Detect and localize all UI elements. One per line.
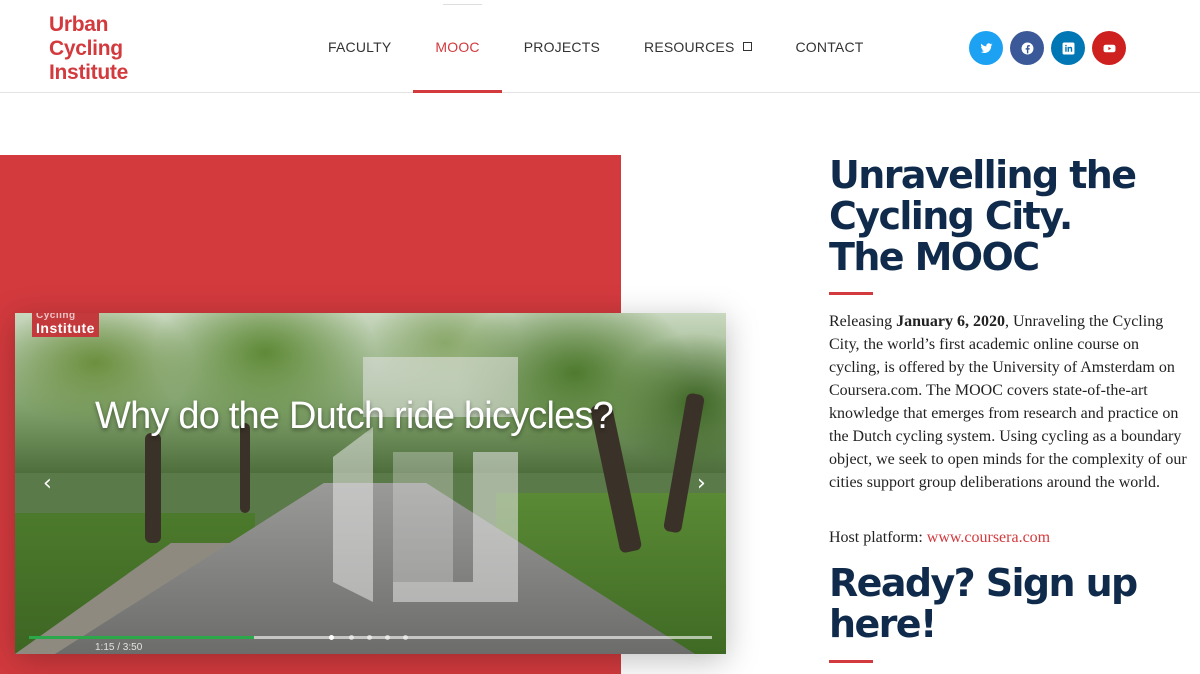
title-underline	[829, 292, 873, 295]
youtube-button[interactable]	[1092, 31, 1126, 65]
logo-line-1: Urban	[49, 13, 109, 36]
twitter-button[interactable]	[969, 31, 1003, 65]
carousel-dot[interactable]	[385, 635, 390, 640]
nav-mooc[interactable]: MOOC	[413, 0, 503, 93]
logo-line-2: Cycling	[49, 37, 123, 60]
nav-projects-label: PROJECTS	[523, 38, 601, 55]
main-nav: FACULTY MOOC PROJECTS RESOURCES CONTACT	[306, 0, 886, 93]
site-header: Urban Cycling Institute FACULTY MOOC PRO…	[0, 0, 1200, 93]
video-progress-bar[interactable]	[29, 635, 712, 640]
host-platform: Host platform: www.coursera.com	[829, 529, 1050, 547]
youtube-icon	[1103, 44, 1115, 52]
dropdown-icon	[742, 42, 752, 51]
nav-projects[interactable]: PROJECTS	[502, 0, 622, 93]
nav-faculty[interactable]: FACULTY	[306, 0, 413, 93]
video-progress-fill	[29, 636, 255, 639]
signup-heading: Ready? Sign up here!	[829, 563, 1189, 645]
video-time: 1:15 / 3:50	[95, 642, 143, 653]
page-title-line: Unravelling the	[829, 153, 1137, 197]
video-logo-top: Cycling	[36, 313, 76, 321]
video-logo-text: Institute	[36, 320, 95, 336]
course-description: Releasing January 6, 2020, Unraveling th…	[829, 310, 1189, 494]
linkedin-button[interactable]	[1051, 31, 1085, 65]
signup-heading-line: here!	[829, 602, 937, 646]
logo-line-3: Institute	[49, 61, 128, 84]
page-title: Unravelling the Cycling City. The MOOC	[829, 155, 1189, 278]
linkedin-icon	[1062, 42, 1074, 54]
page-title-line: Cycling City.	[829, 194, 1073, 238]
institute-watermark-icon	[333, 357, 518, 602]
release-date: January 6, 2020	[896, 313, 1005, 330]
twitter-icon	[980, 42, 992, 53]
host-label: Host platform:	[829, 529, 927, 546]
site-logo[interactable]: Urban Cycling Institute	[49, 13, 128, 85]
video-player[interactable]: Cycling Institute Why do the Dutch ride …	[15, 313, 726, 654]
video-controls: 1:15 / 3:50	[15, 642, 726, 654]
carousel-dot[interactable]	[367, 635, 372, 640]
carousel-dot[interactable]	[329, 635, 334, 640]
carousel-dot[interactable]	[349, 635, 354, 640]
video-logo-badge: Cycling Institute	[32, 313, 99, 337]
signup-underline	[829, 660, 873, 663]
video-next-arrow[interactable]: ›	[697, 471, 706, 496]
nav-faculty-label: FACULTY	[328, 38, 392, 55]
nav-mooc-label: MOOC	[435, 38, 480, 55]
nav-resources[interactable]: RESOURCES	[622, 0, 773, 93]
nav-contact-label: CONTACT	[795, 38, 864, 55]
coursera-link[interactable]: www.coursera.com	[927, 529, 1050, 546]
description-prefix: Releasing	[829, 313, 897, 330]
video-title: Why do the Dutch ride bicycles?	[95, 395, 614, 437]
facebook-button[interactable]	[1010, 31, 1044, 65]
facebook-icon	[1021, 42, 1033, 54]
page-title-line: The MOOC	[829, 235, 1040, 279]
video-prev-arrow[interactable]: ‹	[43, 471, 52, 496]
nav-contact[interactable]: CONTACT	[774, 0, 886, 93]
nav-resources-label: RESOURCES	[644, 38, 735, 55]
signup-heading-line: Ready? Sign up	[829, 561, 1138, 605]
social-links	[969, 31, 1126, 65]
tree-trunk	[145, 433, 161, 543]
carousel-dot[interactable]	[403, 635, 408, 640]
description-body: , Unraveling the Cycling City, the world…	[829, 313, 1187, 491]
